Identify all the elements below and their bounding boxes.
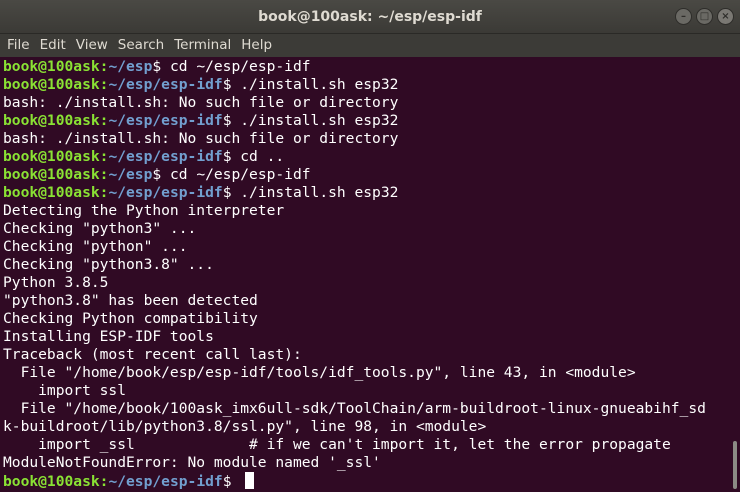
command-text: $ ./install.sh esp32: [222, 76, 399, 93]
output-line: File "/home/book/esp/esp-idf/tools/idf_t…: [3, 364, 636, 382]
prompt-line: book@100ask:~/esp/esp-idf$ ./install.sh …: [3, 184, 398, 202]
output-line: File "/home/book/100ask_imx6ull-sdk/Tool…: [3, 400, 706, 418]
scrollbar-thumb[interactable]: [733, 441, 737, 489]
output-text: Installing ESP-IDF tools: [3, 328, 214, 345]
scrollbar[interactable]: [730, 57, 740, 492]
prompt-user: book@100ask: [3, 76, 100, 93]
menu-terminal[interactable]: Terminal: [169, 34, 236, 57]
prompt-user: book@100ask: [3, 58, 100, 75]
output-text: import ssl: [3, 382, 127, 399]
command-text: $ ./install.sh esp32: [222, 184, 399, 201]
maximize-button[interactable]: □: [696, 8, 713, 25]
menu-help[interactable]: Help: [236, 34, 277, 57]
output-text: Detecting the Python interpreter: [3, 202, 285, 219]
prompt-line: book@100ask:~/esp/esp-idf$ ./install.sh …: [3, 76, 398, 94]
output-line: bash: ./install.sh: No such file or dire…: [3, 94, 398, 112]
output-text: k-buildroot/lib/python3.8/ssl.py", line …: [3, 418, 487, 435]
prompt-user: book@100ask: [3, 148, 100, 165]
output-text: ModuleNotFoundError: No module named '_s…: [3, 454, 381, 471]
menu-bar: File Edit View Search Terminal Help: [0, 34, 740, 57]
output-line: Python 3.8.5: [3, 274, 108, 292]
command-text: $ ./install.sh esp32: [222, 112, 399, 129]
output-line: Checking "python3" ...: [3, 220, 196, 238]
prompt-path: ~/esp/esp-idf: [108, 148, 223, 165]
output-line: Detecting the Python interpreter: [3, 202, 284, 220]
terminal-output[interactable]: book@100ask:~/esp$ cd ~/esp/esp-idf book@…: [0, 57, 730, 492]
output-text: File "/home/book/esp/esp-idf/tools/idf_t…: [3, 364, 636, 381]
prompt-line: book@100ask:~/esp$ cd ~/esp/esp-idf: [3, 166, 311, 184]
output-line: Checking Python compatibility: [3, 310, 258, 328]
prompt-line: book@100ask:~/esp/esp-idf$ ./install.sh …: [3, 112, 398, 130]
output-line: import _ssl # if we can't import it, let…: [3, 436, 671, 454]
output-line: Installing ESP-IDF tools: [3, 328, 214, 346]
prompt-path: ~/esp: [108, 166, 153, 183]
prompt-line: book@100ask:~/esp$ cd ~/esp/esp-idf: [3, 58, 311, 76]
output-text: import _ssl # if we can't import it, let…: [3, 436, 671, 453]
output-line: bash: ./install.sh: No such file or dire…: [3, 130, 398, 148]
menu-file[interactable]: File: [2, 34, 35, 57]
prompt-user: book@100ask: [3, 473, 100, 490]
prompt-path: ~/esp/esp-idf: [108, 76, 223, 93]
prompt-path: ~/esp/esp-idf: [108, 112, 223, 129]
window-controls: – □ ×: [675, 8, 734, 25]
minimize-button[interactable]: –: [675, 8, 692, 25]
output-text: Python 3.8.5: [3, 274, 109, 291]
prompt-user: book@100ask: [3, 184, 100, 201]
menu-view[interactable]: View: [71, 34, 113, 57]
prompt-line: book@100ask:~/esp/esp-idf$ cd ..: [3, 148, 284, 166]
output-text: File "/home/book/100ask_imx6ull-sdk/Tool…: [3, 400, 706, 417]
command-text: $: [222, 473, 241, 490]
output-line: k-buildroot/lib/python3.8/ssl.py", line …: [3, 418, 486, 436]
menu-search[interactable]: Search: [113, 34, 169, 57]
terminal-window: book@100ask: ~/esp/esp-idf – □ × File Ed…: [0, 0, 740, 492]
prompt-user: book@100ask: [3, 166, 100, 183]
output-text: bash: ./install.sh: No such file or dire…: [3, 130, 399, 147]
output-line: Traceback (most recent call last):: [3, 346, 302, 364]
output-line: import ssl: [3, 382, 126, 400]
output-text: Checking "python3" ...: [3, 220, 197, 237]
output-text: Traceback (most recent call last):: [3, 346, 302, 363]
output-text: bash: ./install.sh: No such file or dire…: [3, 94, 399, 111]
command-text: $ cd ~/esp/esp-idf: [152, 58, 311, 75]
text-cursor: [245, 472, 255, 489]
window-title: book@100ask: ~/esp/esp-idf: [258, 9, 482, 25]
output-text: Checking Python compatibility: [3, 310, 258, 327]
output-line: Checking "python3.8" ...: [3, 256, 214, 274]
output-text: "python3.8" has been detected: [3, 292, 258, 309]
output-line: Checking "python" ...: [3, 238, 188, 256]
output-text: Checking "python" ...: [3, 238, 188, 255]
output-text: Checking "python3.8" ...: [3, 256, 214, 273]
command-text: $ cd ..: [222, 148, 285, 165]
prompt-line: book@100ask:~/esp/esp-idf$: [3, 472, 255, 490]
title-bar[interactable]: book@100ask: ~/esp/esp-idf – □ ×: [0, 0, 740, 34]
prompt-path: ~/esp/esp-idf: [108, 184, 223, 201]
close-button[interactable]: ×: [717, 8, 734, 25]
output-line: ModuleNotFoundError: No module named '_s…: [3, 454, 381, 472]
output-line: "python3.8" has been detected: [3, 292, 258, 310]
prompt-path: ~/esp: [108, 58, 153, 75]
prompt-user: book@100ask: [3, 112, 100, 129]
command-text: $ cd ~/esp/esp-idf: [152, 166, 311, 183]
prompt-path: ~/esp/esp-idf: [108, 473, 223, 490]
menu-edit[interactable]: Edit: [35, 34, 71, 57]
